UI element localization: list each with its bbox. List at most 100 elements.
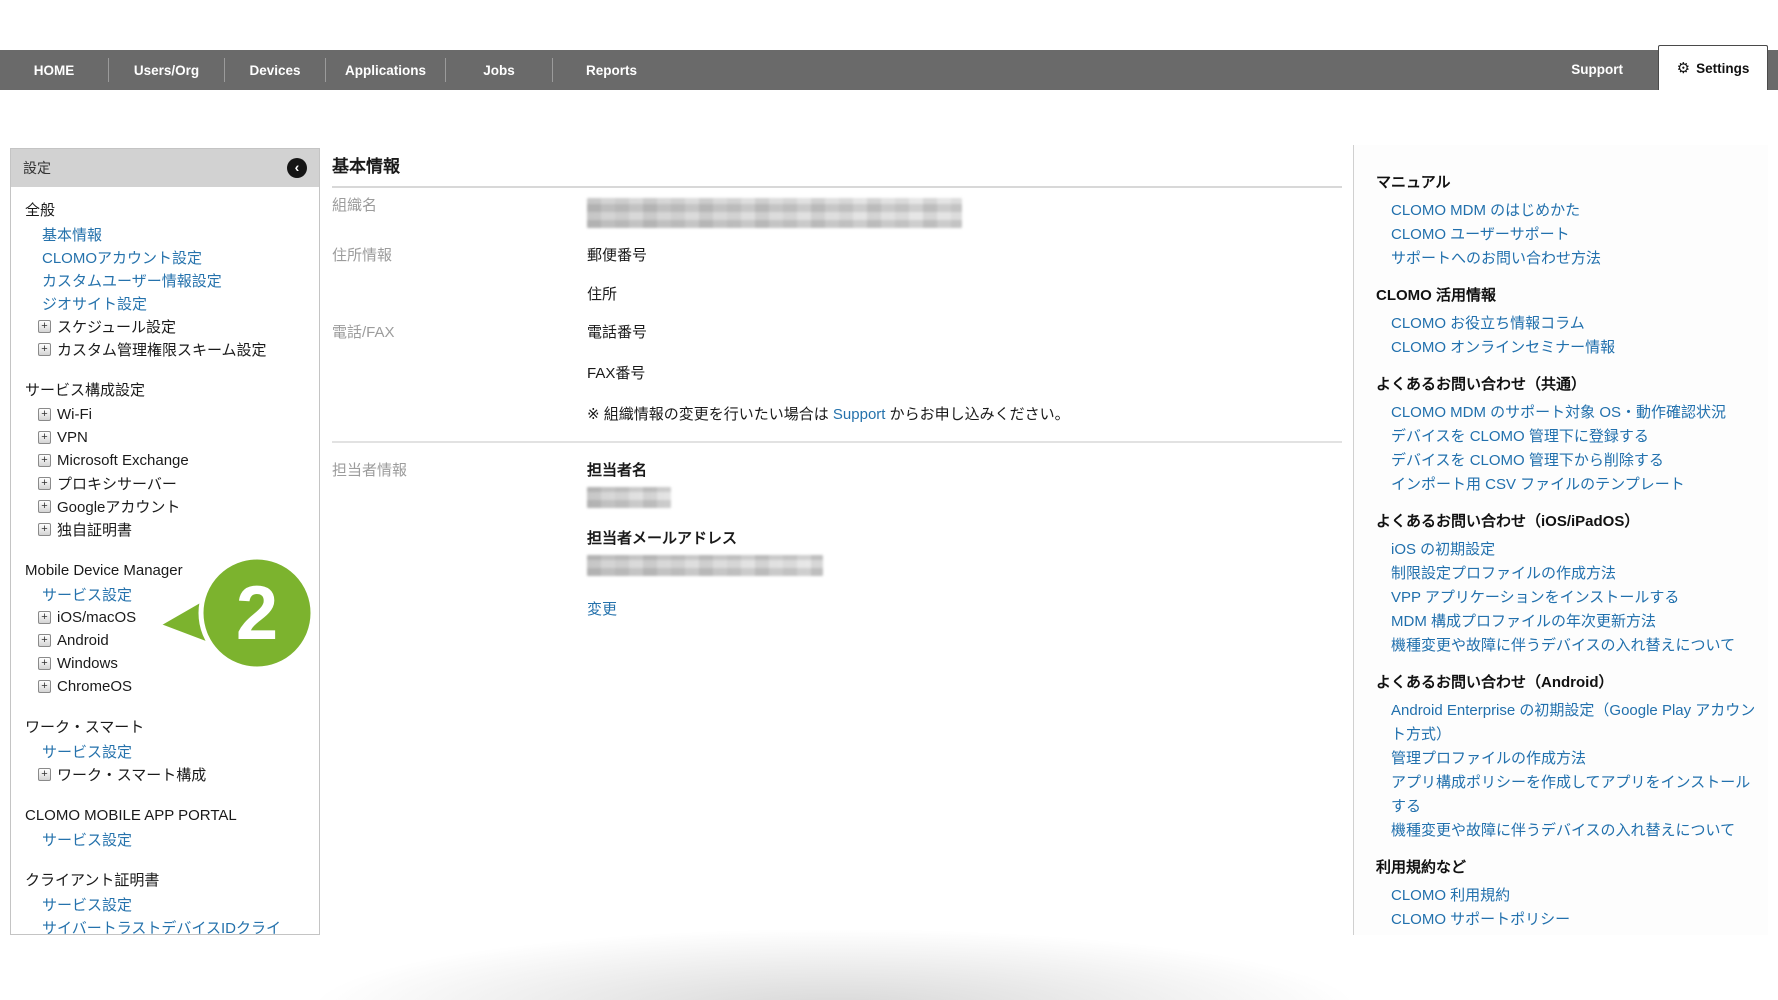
tree-item[interactable]: +Wi-Fi: [25, 403, 313, 426]
top-navigation-bar: HOMEUsers/OrgDevicesApplicationsJobsRepo…: [0, 50, 1778, 90]
nav-item-jobs[interactable]: Jobs: [446, 50, 552, 90]
tree-item[interactable]: サービス設定: [25, 740, 313, 763]
support-link[interactable]: Support: [833, 406, 886, 423]
tree-item[interactable]: サイバートラストデバイスIDクライ: [25, 916, 313, 935]
help-link[interactable]: デバイスを CLOMO 管理下から削除する: [1376, 449, 1756, 473]
sidebar-header: 設定 ‹: [11, 149, 319, 187]
nav-item-applications[interactable]: Applications: [326, 50, 445, 90]
expand-plus-icon[interactable]: +: [38, 477, 51, 490]
help-link[interactable]: アプリ構成ポリシーを作成してアプリをインストールする: [1376, 771, 1756, 819]
tree-item[interactable]: + カスタム管理権限スキーム設定: [25, 338, 313, 361]
tree-item[interactable]: +ChromeOS: [25, 675, 313, 698]
help-link[interactable]: 機種変更や故障に伴うデバイスの入れ替えについて: [1376, 819, 1756, 843]
help-link[interactable]: MDM 構成プロファイルの年次更新方法: [1376, 610, 1756, 634]
help-section: マニュアルCLOMO MDM のはじめかたCLOMO ユーザーサポートサポートへ…: [1376, 171, 1756, 271]
nav-item-reports[interactable]: Reports: [553, 50, 670, 90]
nav-item-home[interactable]: HOME: [0, 50, 108, 90]
help-link[interactable]: インポート用 CSV ファイルのテンプレート: [1376, 473, 1756, 497]
expand-plus-icon[interactable]: +: [38, 454, 51, 467]
tree-item[interactable]: サービス設定: [25, 828, 313, 851]
change-link[interactable]: 変更: [587, 598, 617, 619]
tree-item[interactable]: + Microsoft Exchange: [25, 449, 313, 472]
tree-item[interactable]: +ワーク・スマート構成: [25, 763, 313, 786]
address-field-label: 住所: [587, 285, 1342, 305]
note-suffix: からお申し込みください。: [885, 406, 1069, 423]
tree-item[interactable]: サービス設定: [25, 893, 313, 916]
help-link[interactable]: 管理プロファイルの作成方法: [1376, 747, 1756, 771]
tree-item-label[interactable]: カスタムユーザー情報設定: [42, 270, 222, 291]
sidebar-title: 設定: [23, 158, 51, 178]
tab-settings[interactable]: ⚙ Settings: [1658, 45, 1768, 90]
expand-plus-icon[interactable]: +: [38, 634, 51, 647]
tree-section: 全般基本情報CLOMOアカウント設定カスタムユーザー情報設定ジオサイト設定+スケ…: [25, 199, 313, 361]
help-section-title: よくあるお問い合わせ（Android）: [1376, 671, 1756, 695]
help-link[interactable]: CLOMO SLA: [1376, 932, 1756, 935]
nav-item-users-org[interactable]: Users/Org: [109, 50, 224, 90]
fax-number-label: FAX番号: [587, 364, 1342, 384]
help-link[interactable]: CLOMO MDM のサポート対象 OS・動作確認状況: [1376, 401, 1756, 425]
expand-plus-icon[interactable]: +: [38, 611, 51, 624]
section-divider: [332, 441, 1342, 443]
expand-plus-icon[interactable]: +: [38, 768, 51, 781]
tree-item[interactable]: +Googleアカウント: [25, 495, 313, 518]
expand-plus-icon[interactable]: +: [38, 657, 51, 670]
tree-item-label[interactable]: サービス設定: [42, 894, 132, 915]
tree-item-label[interactable]: サービス設定: [42, 829, 132, 850]
help-link[interactable]: Android Enterprise の初期設定（Google Play アカウ…: [1376, 699, 1756, 747]
basic-info-content: 基本情報 組織名 住所情報 郵便番号 住所 電話/FAX 電話番号 FAX番号 …: [332, 148, 1342, 619]
help-link[interactable]: CLOMO 利用規約: [1376, 884, 1756, 908]
tree-item[interactable]: CLOMOアカウント設定: [25, 246, 313, 269]
tree-item-label[interactable]: ジオサイト設定: [42, 293, 147, 314]
tree-item-label: VPN: [57, 429, 88, 446]
help-link[interactable]: CLOMO MDM のはじめかた: [1376, 199, 1756, 223]
help-link[interactable]: デバイスを CLOMO 管理下に登録する: [1376, 425, 1756, 449]
expand-plus-icon[interactable]: +: [38, 343, 51, 356]
nav-item-support[interactable]: Support: [1571, 50, 1623, 90]
help-link[interactable]: CLOMO オンラインセミナー情報: [1376, 336, 1756, 360]
help-link[interactable]: CLOMO お役立ち情報コラム: [1376, 312, 1756, 336]
tree-item[interactable]: +独自証明書: [25, 518, 313, 541]
expand-plus-icon[interactable]: +: [38, 680, 51, 693]
tree-item-label: カスタム管理権限スキーム設定: [57, 339, 267, 360]
tree-item[interactable]: サービス設定: [25, 583, 313, 606]
expand-plus-icon[interactable]: +: [38, 408, 51, 421]
help-panel: マニュアルCLOMO MDM のはじめかたCLOMO ユーザーサポートサポートへ…: [1353, 145, 1768, 935]
tree-item[interactable]: + VPN: [25, 426, 313, 449]
tree-item-label[interactable]: CLOMOアカウント設定: [42, 247, 202, 268]
tree-item[interactable]: +Android: [25, 629, 313, 652]
expand-plus-icon[interactable]: +: [38, 431, 51, 444]
tree-item[interactable]: + iOS/macOS: [25, 606, 313, 629]
help-link[interactable]: サポートへのお問い合わせ方法: [1376, 247, 1756, 271]
tree-item-label: スケジュール設定: [57, 316, 176, 337]
contact-info-label: 担当者情報: [332, 461, 587, 619]
tree-item[interactable]: ジオサイト設定: [25, 292, 313, 315]
help-link[interactable]: VPP アプリケーションをインストールする: [1376, 586, 1756, 610]
help-link[interactable]: iOS の初期設定: [1376, 538, 1756, 562]
collapse-sidebar-button[interactable]: ‹: [287, 158, 307, 178]
tree-section-label: ワーク・スマート: [25, 716, 313, 740]
nav-item-devices[interactable]: Devices: [225, 50, 325, 90]
tree-item[interactable]: +プロキシサーバー: [25, 472, 313, 495]
tree-item[interactable]: + スケジュール設定: [25, 315, 313, 338]
tree-item[interactable]: 基本情報: [25, 223, 313, 246]
tree-item-label[interactable]: 基本情報: [42, 224, 102, 245]
help-link[interactable]: 制限設定プロファイルの作成方法: [1376, 562, 1756, 586]
chevron-left-icon: ‹: [295, 159, 300, 175]
address-row: 住所情報 郵便番号 住所: [332, 246, 1342, 305]
tree-item[interactable]: カスタムユーザー情報設定: [25, 269, 313, 292]
tree-item-label[interactable]: サイバートラストデバイスIDクライ: [42, 917, 281, 935]
tree-section: クライアント証明書サービス設定サイバートラストデバイスIDクライ: [25, 869, 313, 935]
settings-tree: 全般基本情報CLOMOアカウント設定カスタムユーザー情報設定ジオサイト設定+スケ…: [11, 187, 319, 935]
tree-item-label: iOS/macOS: [57, 609, 136, 626]
expand-plus-icon[interactable]: +: [38, 500, 51, 513]
help-link[interactable]: CLOMO サポートポリシー: [1376, 908, 1756, 932]
expand-plus-icon[interactable]: +: [38, 523, 51, 536]
help-link[interactable]: 機種変更や故障に伴うデバイスの入れ替えについて: [1376, 634, 1756, 658]
contact-info-row: 担当者情報 担当者名 担当者メールアドレス 変更: [332, 461, 1342, 619]
tree-item-label[interactable]: サービス設定: [42, 741, 132, 762]
expand-plus-icon[interactable]: +: [38, 320, 51, 333]
help-link[interactable]: CLOMO ユーザーサポート: [1376, 223, 1756, 247]
tree-item-label[interactable]: サービス設定: [42, 584, 132, 605]
tree-item-label: Microsoft Exchange: [57, 452, 189, 469]
tree-item[interactable]: +Windows: [25, 652, 313, 675]
